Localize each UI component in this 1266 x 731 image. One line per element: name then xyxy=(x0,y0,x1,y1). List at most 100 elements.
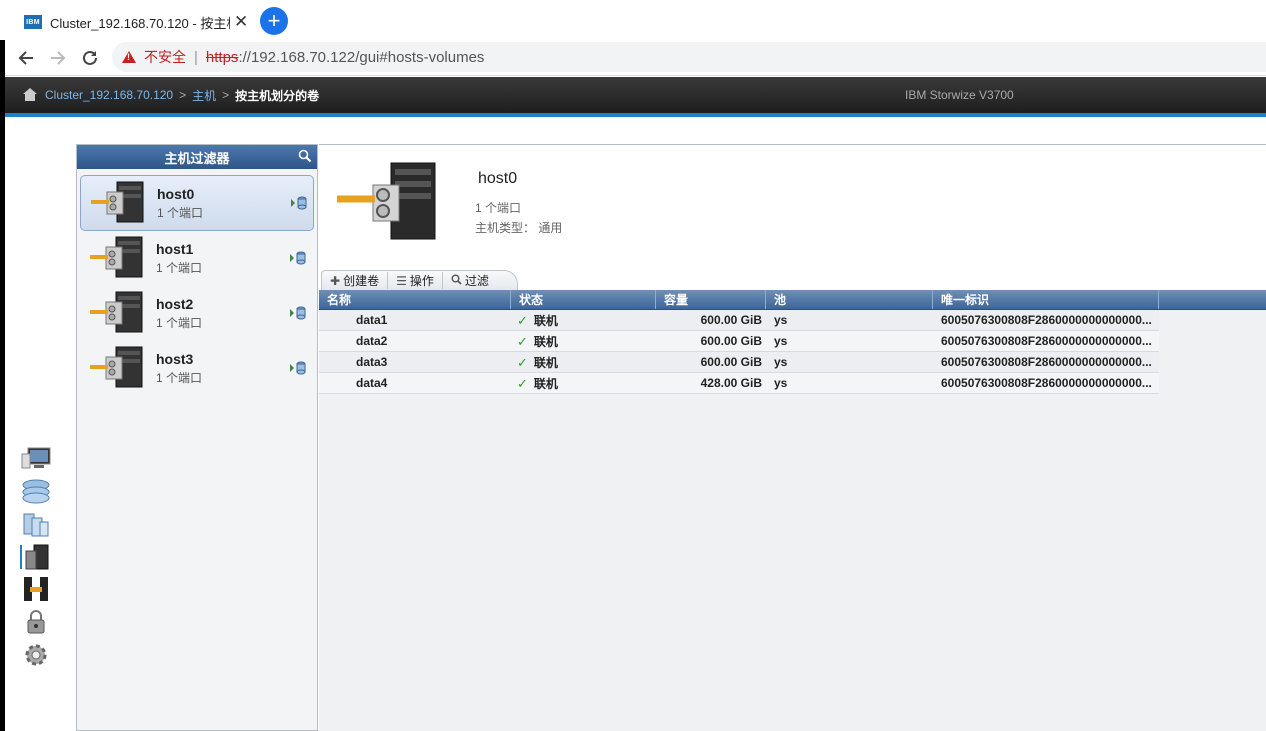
cell-capacity: 600.00 GiB xyxy=(700,334,762,348)
product-name: IBM Storwize V3700 xyxy=(905,88,1014,102)
host-name: host3 xyxy=(156,351,194,367)
breadcrumb-current: 按主机划分的卷 xyxy=(235,88,320,103)
host-list-item[interactable]: host2 1 个端口 xyxy=(80,286,314,342)
host-volume-icon[interactable] xyxy=(291,196,307,210)
url-divider: | xyxy=(194,48,198,66)
cell-pool: ys xyxy=(774,334,788,348)
forward-icon[interactable] xyxy=(46,46,70,70)
host-name: host1 xyxy=(156,241,194,257)
host-list-item[interactable]: host3 1 个端口 xyxy=(80,341,314,397)
host-server-icon xyxy=(91,181,144,223)
selected-host-ports: 1 个端口 xyxy=(475,201,522,215)
cell-status: ✓ 联机 xyxy=(511,352,656,372)
host-volume-icon[interactable] xyxy=(290,361,306,375)
check-icon: ✓ xyxy=(517,376,528,391)
cell-pool: ys xyxy=(774,376,788,390)
warning-icon xyxy=(122,51,136,63)
host-filter-panel: 主机过滤器 host0 1 个端口 host1 1 个端口 host2 1 个端… xyxy=(76,144,318,731)
host-name: host0 xyxy=(157,186,195,202)
url-scheme: https xyxy=(205,48,239,66)
url-path: ://192.168.70.122/gui#hosts-volumes xyxy=(238,48,485,66)
cell-name: data2 xyxy=(356,334,388,348)
host-ports: 1 个端口 xyxy=(157,206,204,220)
table-row[interactable]: data4 ✓ 联机 428.00 GiB ys 6005076300808F28… xyxy=(319,373,1159,394)
column-header-uid[interactable]: 唯一标识 xyxy=(933,290,1159,309)
cell-uid: 6005076300808F2860000000000000... xyxy=(941,313,1152,327)
volume-toolbar: ✚ 创建卷 ☰ 操作 过滤 xyxy=(319,270,1266,290)
plus-icon: ✚ xyxy=(330,273,341,288)
host-name: host2 xyxy=(156,296,194,312)
column-header-capacity[interactable]: 容量 xyxy=(656,290,766,309)
cell-status: ✓ 联机 xyxy=(511,373,656,393)
url-field[interactable]: 不安全 | https ://192.168.70.122/gui#hosts-… xyxy=(112,42,1266,72)
not-secure-label[interactable]: 不安全 xyxy=(144,47,186,67)
browser-tab[interactable]: IBM Cluster_192.168.70.120 - 按主机 ✕ xyxy=(12,4,252,40)
header-accent-bar xyxy=(5,113,1266,117)
table-row[interactable]: data2 ✓ 联机 600.00 GiB ys 6005076300808F28… xyxy=(319,331,1159,352)
breadcrumb-separator: > xyxy=(222,88,230,102)
cell-pool: ys xyxy=(774,355,788,369)
settings-icon[interactable] xyxy=(20,641,52,669)
table-row[interactable]: data3 ✓ 联机 600.00 GiB ys 6005076300808F28… xyxy=(319,352,1159,373)
copy-services-icon[interactable] xyxy=(20,575,52,603)
grid-body: data1 ✓ 联机 600.00 GiB ys 6005076300808F28… xyxy=(319,310,1266,394)
actions-button[interactable]: ☰ 操作 xyxy=(388,272,443,289)
status-text: 联机 xyxy=(533,377,558,391)
status-text: 联机 xyxy=(533,314,558,328)
cell-uid: 6005076300808F2860000000000000... xyxy=(941,334,1152,348)
filter-button[interactable]: 过滤 xyxy=(443,272,497,289)
access-icon[interactable] xyxy=(20,608,52,636)
new-tab-button[interactable]: + xyxy=(260,7,288,35)
host-filter-title-text: 主机过滤器 xyxy=(164,150,230,166)
toolbar-tabs: ✚ 创建卷 ☰ 操作 过滤 xyxy=(321,270,518,290)
check-icon: ✓ xyxy=(517,355,528,370)
host-ports: 1 个端口 xyxy=(156,371,203,385)
host-server-icon xyxy=(90,346,143,388)
host-detail-panel: host0 1 个端口 主机类型： 通用 ✚ 创建卷 ☰ 操作 过滤 名称 状态… xyxy=(319,144,1266,731)
cell-capacity: 600.00 GiB xyxy=(700,355,762,369)
host-filter-title: 主机过滤器 xyxy=(77,145,317,169)
column-header-name[interactable]: 名称 xyxy=(319,290,511,309)
host-ports: 1 个端口 xyxy=(156,316,203,330)
selected-host-type: 主机类型： 通用 xyxy=(475,221,563,235)
host-list-item[interactable]: host0 1 个端口 xyxy=(80,175,314,231)
tab-title: Cluster_192.168.70.120 - 按主机 xyxy=(50,15,230,31)
actions-label: 操作 xyxy=(409,274,434,288)
host-volume-icon[interactable] xyxy=(290,251,306,265)
create-volume-button[interactable]: ✚ 创建卷 xyxy=(322,272,389,289)
ibm-favicon-icon: IBM xyxy=(24,15,42,29)
status-text: 联机 xyxy=(533,335,558,349)
check-icon: ✓ xyxy=(517,313,528,328)
address-bar: 不安全 | https ://192.168.70.122/gui#hosts-… xyxy=(0,40,1266,76)
breadcrumb-cluster[interactable]: Cluster_192.168.70.120 xyxy=(45,88,173,102)
column-header-spacer xyxy=(1159,290,1266,309)
create-volume-label: 创建卷 xyxy=(343,274,380,288)
cell-name: data4 xyxy=(356,376,388,390)
volumes-icon[interactable] xyxy=(20,510,52,538)
host-server-icon xyxy=(90,236,143,278)
close-tab-icon[interactable]: ✕ xyxy=(234,12,248,32)
table-row[interactable]: data1 ✓ 联机 600.00 GiB ys 6005076300808F28… xyxy=(319,310,1159,331)
monitoring-icon[interactable] xyxy=(20,446,52,474)
host-volume-icon[interactable] xyxy=(290,306,306,320)
back-icon[interactable] xyxy=(14,46,38,70)
grid-header: 名称 状态 容量 池 唯一标识 xyxy=(319,290,1266,310)
reload-icon[interactable] xyxy=(78,46,102,70)
host-server-icon xyxy=(90,291,143,333)
filter-label: 过滤 xyxy=(464,274,489,288)
volume-grid: 名称 状态 容量 池 唯一标识 data1 ✓ 联机 600.00 GiB ys … xyxy=(319,290,1266,394)
cell-name: data1 xyxy=(356,313,388,327)
cell-uid: 6005076300808F2860000000000000... xyxy=(941,355,1152,369)
search-icon xyxy=(451,274,462,288)
cell-capacity: 600.00 GiB xyxy=(700,313,762,327)
column-header-status[interactable]: 状态 xyxy=(511,290,656,309)
column-header-pool[interactable]: 池 xyxy=(766,290,933,309)
home-icon[interactable] xyxy=(23,88,37,102)
host-list-item[interactable]: host1 1 个端口 xyxy=(80,231,314,287)
host-server-large-icon xyxy=(337,162,436,240)
pools-icon[interactable] xyxy=(20,477,52,505)
hosts-icon[interactable] xyxy=(20,543,52,571)
search-icon[interactable] xyxy=(298,149,312,163)
breadcrumb-hosts[interactable]: 主机 xyxy=(192,87,216,104)
cell-status: ✓ 联机 xyxy=(511,331,656,351)
